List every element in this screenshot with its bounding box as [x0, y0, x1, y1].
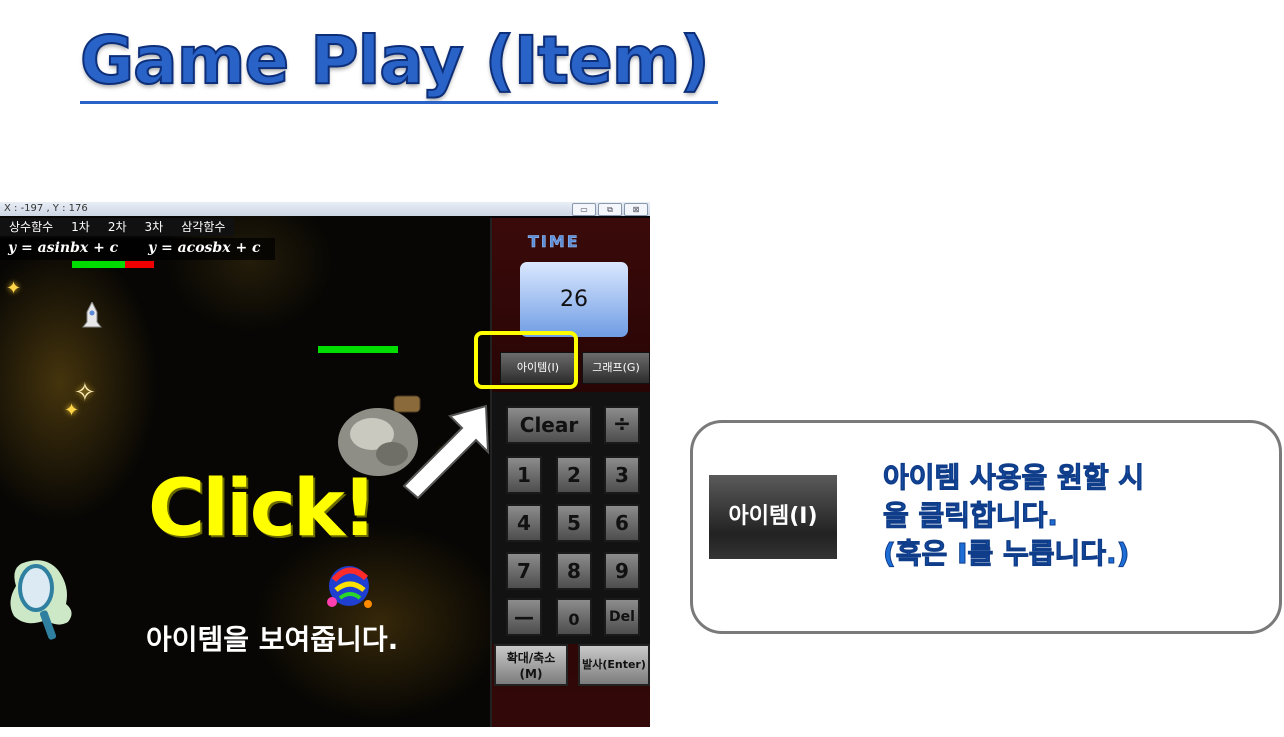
clear-key[interactable]: Clear [506, 406, 592, 444]
click-callout: Click! [148, 464, 377, 554]
digit-key-2[interactable]: 2 [556, 456, 592, 494]
window-controls: ▭ ⧉ ⊠ [572, 203, 648, 216]
digit-key-4[interactable]: 4 [506, 504, 542, 542]
star-sparkle-icon: ✦ [6, 278, 22, 299]
menu-item-trigonometric[interactable]: 삼각함수 [172, 218, 234, 236]
enemy-health-bar [318, 346, 398, 353]
menu-item-constant[interactable]: 상수함수 [0, 218, 62, 236]
health-remaining [72, 261, 125, 268]
time-display: 26 [520, 262, 628, 337]
info-callout: 아이템(I) 아이템 사용을 원할 시 을 클릭합니다. (혹은 I를 누릅니다… [690, 420, 1282, 634]
game-window: X : -197 , Y : 176 ▭ ⧉ ⊠ 상수함수 1차 2차 3차 삼… [0, 202, 650, 727]
menu-item-linear[interactable]: 1차 [62, 218, 99, 236]
delete-key[interactable]: Del [604, 598, 640, 636]
zoom-button[interactable]: 확대/축소 (M) [494, 644, 568, 686]
info-line-2: 을 클릭합니다. [882, 499, 1058, 533]
health-lost [125, 261, 154, 268]
zero-key[interactable]: 0 [556, 598, 592, 636]
player-health-bar [72, 261, 154, 268]
slide-title: Game Play (Item) [79, 21, 711, 100]
close-button[interactable]: ⊠ [624, 203, 648, 216]
title-underline [80, 101, 718, 104]
control-panel: TIME 26 아이템(I) 그래프(G) Clear ÷ 1 2 3 4 5 … [490, 218, 650, 727]
item-caption: 아이템을 보여줍니다. [146, 623, 399, 656]
item-button-highlight [474, 331, 578, 389]
divide-key[interactable]: ÷ [604, 406, 640, 444]
digit-key-1[interactable]: 1 [506, 456, 542, 494]
formula-cos: y = acosbx + c [148, 240, 261, 256]
pointer-arrow-icon [402, 404, 490, 500]
digit-key-6[interactable]: 6 [604, 504, 640, 542]
info-line-3: (혹은 I를 누릅니다.) [882, 537, 1130, 571]
graph-button[interactable]: 그래프(G) [582, 352, 650, 384]
item-button-preview: 아이템(I) [709, 475, 837, 559]
digit-key-9[interactable]: 9 [604, 552, 640, 590]
window-titlebar: X : -197 , Y : 176 ▭ ⧉ ⊠ [0, 202, 650, 216]
keypad: Clear ÷ 1 2 3 4 5 6 7 8 9 — 0 Del [492, 392, 650, 644]
minimize-button[interactable]: ▭ [572, 203, 596, 216]
menu-item-cubic[interactable]: 3차 [136, 218, 173, 236]
maximize-button[interactable]: ⧉ [598, 203, 622, 216]
digit-key-8[interactable]: 8 [556, 552, 592, 590]
player-ship-icon [82, 302, 102, 328]
formula-sin: y = asinbx + c [8, 240, 119, 256]
fire-button[interactable]: 발사(Enter) [578, 644, 650, 686]
info-line-1: 아이템 사용을 원할 시 [882, 461, 1145, 495]
info-text: 아이템 사용을 원할 시 을 클릭합니다. (혹은 I를 누릅니다.) [882, 459, 1145, 573]
digit-key-3[interactable]: 3 [604, 456, 640, 494]
minus-key[interactable]: — [506, 598, 542, 636]
rainbow-item-icon [327, 566, 372, 608]
digit-key-5[interactable]: 5 [556, 504, 592, 542]
star-sparkle-icon: ✧ [74, 378, 96, 408]
time-label: TIME [528, 232, 580, 252]
menu-item-quadratic[interactable]: 2차 [99, 218, 136, 236]
digit-key-7[interactable]: 7 [506, 552, 542, 590]
function-menu: 상수함수 1차 2차 3차 삼각함수 [0, 218, 235, 236]
cursor-coordinates: X : -197 , Y : 176 [4, 203, 88, 214]
magnifier-item-icon [10, 560, 72, 640]
